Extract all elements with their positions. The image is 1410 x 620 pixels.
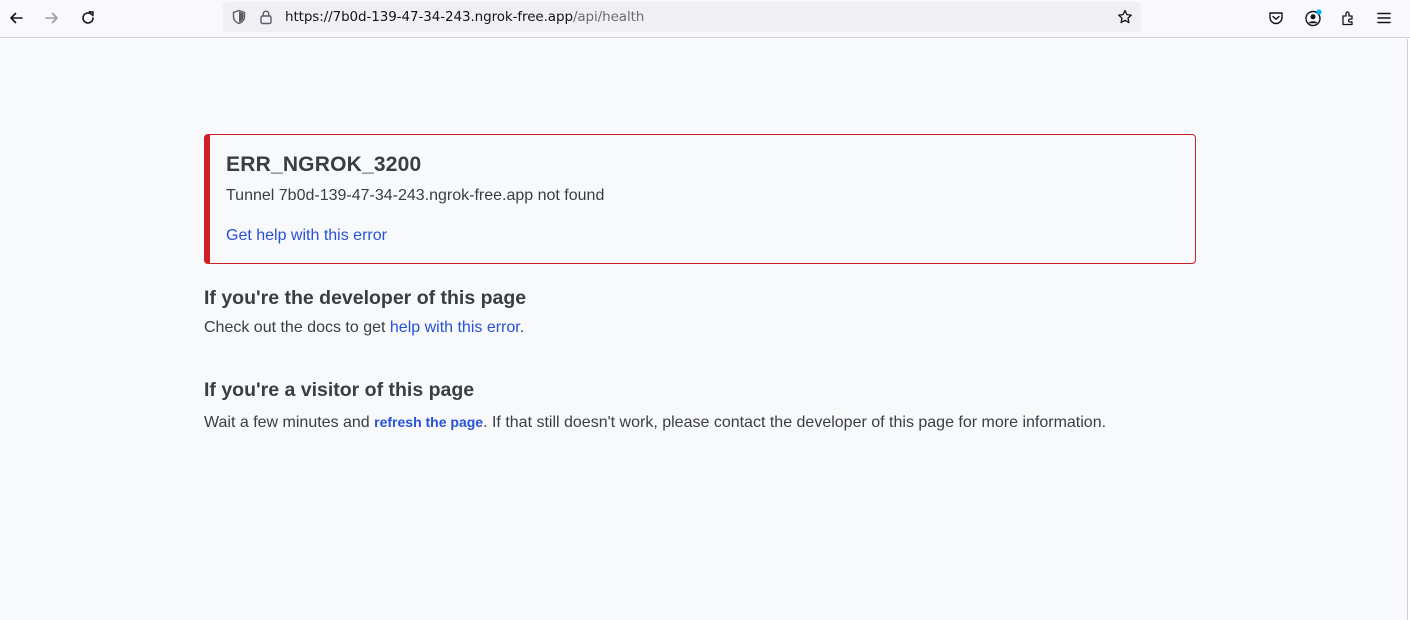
error-box: ERR_NGROK_3200 Tunnel 7b0d-139-47-34-243… (204, 134, 1196, 264)
extensions-button[interactable] (1334, 5, 1362, 31)
menu-icon (1376, 10, 1392, 26)
url-path: /api/health (572, 9, 645, 25)
error-help-link[interactable]: Get help with this error (226, 227, 387, 245)
refresh-page-link[interactable]: refresh the page (374, 414, 483, 430)
error-message: Tunnel 7b0d-139-47-34-243.ngrok-free.app… (226, 187, 605, 204)
developer-text: Check out the docs to get help with this… (204, 319, 524, 337)
browser-toolbar: https://7b0d-139-47-34-243.ngrok-free.ap… (0, 0, 1410, 38)
pocket-icon (1268, 10, 1284, 26)
back-button[interactable] (2, 5, 30, 31)
error-code: ERR_NGROK_3200 (226, 153, 422, 176)
visitor-heading: If you're a visitor of this page (204, 379, 475, 401)
forward-button[interactable] (38, 5, 66, 31)
lock-icon[interactable] (258, 9, 274, 25)
app-menu-button[interactable] (1370, 5, 1398, 31)
reload-button[interactable] (74, 5, 102, 31)
url-host: https://7b0d-139-47-34-243.ngrok-free.ap… (285, 9, 573, 25)
back-arrow-icon (8, 10, 24, 26)
developer-text-before: Check out the docs to get (204, 319, 390, 336)
account-button[interactable] (1299, 5, 1327, 31)
reload-icon (80, 10, 96, 26)
visitor-text-before: Wait a few minutes and (204, 414, 375, 431)
pocket-button[interactable] (1262, 5, 1290, 31)
visitor-text-after: . If that still doesn't work, please con… (483, 414, 1107, 431)
address-bar[interactable]: https://7b0d-139-47-34-243.ngrok-free.ap… (223, 2, 1141, 32)
developer-text-after: . (519, 319, 525, 336)
page-content: ERR_NGROK_3200 Tunnel 7b0d-139-47-34-243… (0, 39, 1408, 620)
bookmark-star-icon[interactable] (1117, 9, 1133, 25)
extensions-icon (1340, 10, 1356, 26)
visitor-text: Wait a few minutes and refresh the page.… (204, 414, 1106, 432)
account-icon (1304, 9, 1322, 27)
developer-heading: If you're the developer of this page (204, 287, 527, 309)
url-text[interactable]: https://7b0d-139-47-34-243.ngrok-free.ap… (285, 9, 644, 25)
forward-arrow-icon (44, 10, 60, 26)
docs-help-link[interactable]: help with this error (390, 319, 520, 336)
shield-icon[interactable] (231, 9, 247, 25)
